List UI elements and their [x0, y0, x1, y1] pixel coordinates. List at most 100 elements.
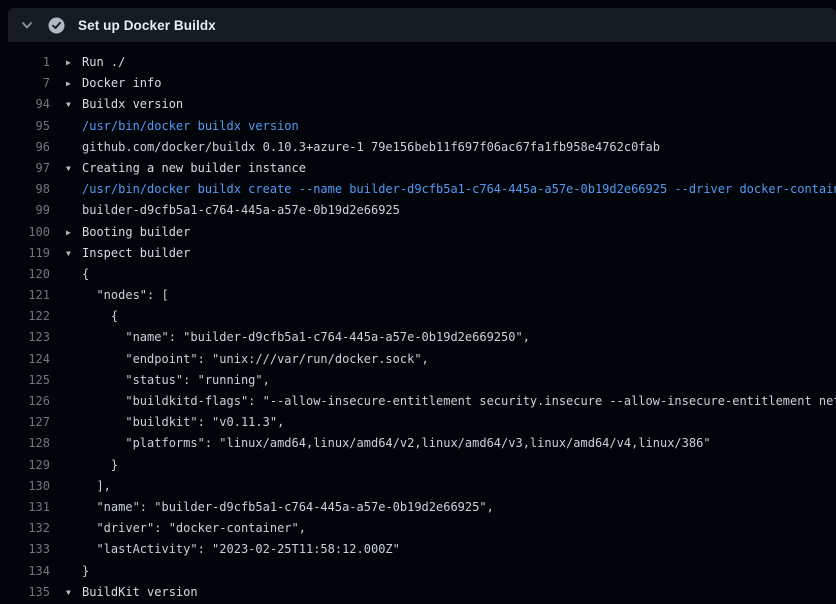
- log-line: 99 builder-d9cfb5a1-c764-445a-a57e-0b19d…: [0, 200, 836, 221]
- line-text: Creating a new builder instance: [82, 158, 836, 179]
- line-text: "lastActivity": "2023-02-25T11:58:12.000…: [82, 539, 836, 560]
- line-number[interactable]: 127: [0, 412, 50, 433]
- log-line: 126 "buildkitd-flags": "--allow-insecure…: [0, 391, 836, 412]
- line-text: BuildKit version: [82, 582, 836, 603]
- line-number[interactable]: 122: [0, 306, 50, 327]
- group-toggle-icon: [66, 518, 82, 539]
- log-line: 131 "name": "builder-d9cfb5a1-c764-445a-…: [0, 497, 836, 518]
- log-line[interactable]: 100 ▶ Booting builder: [0, 222, 836, 243]
- line-number[interactable]: 94: [0, 94, 50, 115]
- line-number[interactable]: 126: [0, 391, 50, 412]
- line-number[interactable]: 128: [0, 433, 50, 454]
- log-line: 134 }: [0, 561, 836, 582]
- log-line: 132 "driver": "docker-container",: [0, 518, 836, 539]
- group-toggle-icon: [66, 179, 82, 200]
- line-text: {: [82, 264, 836, 285]
- log-line[interactable]: 7 ▶ Docker info: [0, 73, 836, 94]
- group-toggle-icon: [66, 285, 82, 306]
- line-text: /usr/bin/docker buildx create --name bui…: [82, 179, 836, 200]
- log-line[interactable]: 135 ▼ BuildKit version: [0, 582, 836, 603]
- line-number[interactable]: 97: [0, 158, 50, 179]
- line-number[interactable]: 135: [0, 582, 50, 603]
- log-line: 96 github.com/docker/buildx 0.10.3+azure…: [0, 137, 836, 158]
- line-number[interactable]: 133: [0, 539, 50, 560]
- line-text: Docker info: [82, 73, 836, 94]
- step-header[interactable]: Set up Docker Buildx: [8, 8, 836, 42]
- line-number[interactable]: 119: [0, 243, 50, 264]
- line-text: }: [82, 455, 836, 476]
- group-toggle-icon: [66, 561, 82, 582]
- group-toggle-icon: [66, 391, 82, 412]
- log-container[interactable]: 1 ▶ Run ./ 7 ▶ Docker info 94 ▼ Buildx v…: [0, 42, 836, 604]
- group-toggle-icon: [66, 200, 82, 221]
- line-text: "nodes": [: [82, 285, 836, 306]
- log-line[interactable]: 97 ▼ Creating a new builder instance: [0, 158, 836, 179]
- log-line[interactable]: 119 ▼ Inspect builder: [0, 243, 836, 264]
- log-line: 129 }: [0, 455, 836, 476]
- line-text: {: [82, 306, 836, 327]
- line-text: "driver": "docker-container",: [82, 518, 836, 539]
- line-text: "platforms": "linux/amd64,linux/amd64/v2…: [82, 433, 836, 454]
- line-text: /usr/bin/docker buildx version: [82, 116, 836, 137]
- line-number[interactable]: 120: [0, 264, 50, 285]
- group-collapse-icon: ▼: [66, 94, 82, 115]
- group-toggle-icon: [66, 412, 82, 433]
- log-line: 95 /usr/bin/docker buildx version: [0, 116, 836, 137]
- line-number[interactable]: 132: [0, 518, 50, 539]
- group-toggle-icon: [66, 264, 82, 285]
- group-toggle-icon: [66, 433, 82, 454]
- group-expand-icon: ▶: [66, 73, 82, 94]
- line-number[interactable]: 96: [0, 137, 50, 158]
- group-toggle-icon: [66, 476, 82, 497]
- log-line: 120 {: [0, 264, 836, 285]
- log-line: 130 ],: [0, 476, 836, 497]
- group-toggle-icon: [66, 539, 82, 560]
- line-number[interactable]: 1: [0, 52, 50, 73]
- chevron-down-icon[interactable]: [20, 18, 34, 32]
- line-number[interactable]: 124: [0, 349, 50, 370]
- group-toggle-icon: [66, 137, 82, 158]
- group-expand-icon: ▶: [66, 52, 82, 73]
- log-line: 124 "endpoint": "unix:///var/run/docker.…: [0, 349, 836, 370]
- log-line: 133 "lastActivity": "2023-02-25T11:58:12…: [0, 539, 836, 560]
- line-text: "buildkitd-flags": "--allow-insecure-ent…: [82, 391, 836, 412]
- line-text: ],: [82, 476, 836, 497]
- line-number[interactable]: 100: [0, 222, 50, 243]
- log-line: 122 {: [0, 306, 836, 327]
- line-text: "name": "builder-d9cfb5a1-c764-445a-a57e…: [82, 327, 836, 348]
- log-line: 128 "platforms": "linux/amd64,linux/amd6…: [0, 433, 836, 454]
- group-collapse-icon: ▼: [66, 158, 82, 179]
- line-number[interactable]: 125: [0, 370, 50, 391]
- line-number[interactable]: 134: [0, 561, 50, 582]
- line-number[interactable]: 7: [0, 73, 50, 94]
- log-line: 98 /usr/bin/docker buildx create --name …: [0, 179, 836, 200]
- line-text: Buildx version: [82, 94, 836, 115]
- group-toggle-icon: [66, 349, 82, 370]
- line-text: github.com/docker/buildx 0.10.3+azure-1 …: [82, 137, 836, 158]
- group-toggle-icon: [66, 116, 82, 137]
- line-number[interactable]: 130: [0, 476, 50, 497]
- line-number[interactable]: 95: [0, 116, 50, 137]
- group-toggle-icon: [66, 370, 82, 391]
- group-toggle-icon: [66, 497, 82, 518]
- line-number[interactable]: 121: [0, 285, 50, 306]
- line-text: builder-d9cfb5a1-c764-445a-a57e-0b19d2e6…: [82, 200, 836, 221]
- log-line[interactable]: 1 ▶ Run ./: [0, 52, 836, 73]
- group-toggle-icon: [66, 327, 82, 348]
- line-text: }: [82, 561, 836, 582]
- line-number[interactable]: 123: [0, 327, 50, 348]
- line-number[interactable]: 129: [0, 455, 50, 476]
- log-line[interactable]: 94 ▼ Buildx version: [0, 94, 836, 115]
- line-number[interactable]: 99: [0, 200, 50, 221]
- line-text: Inspect builder: [82, 243, 836, 264]
- line-text: "name": "builder-d9cfb5a1-c764-445a-a57e…: [82, 497, 836, 518]
- line-number[interactable]: 98: [0, 179, 50, 200]
- group-collapse-icon: ▼: [66, 582, 82, 603]
- log-line: 127 "buildkit": "v0.11.3",: [0, 412, 836, 433]
- line-number[interactable]: 131: [0, 497, 50, 518]
- group-expand-icon: ▶: [66, 222, 82, 243]
- line-text: "buildkit": "v0.11.3",: [82, 412, 836, 433]
- group-toggle-icon: [66, 306, 82, 327]
- log-line: 121 "nodes": [: [0, 285, 836, 306]
- line-text: Booting builder: [82, 222, 836, 243]
